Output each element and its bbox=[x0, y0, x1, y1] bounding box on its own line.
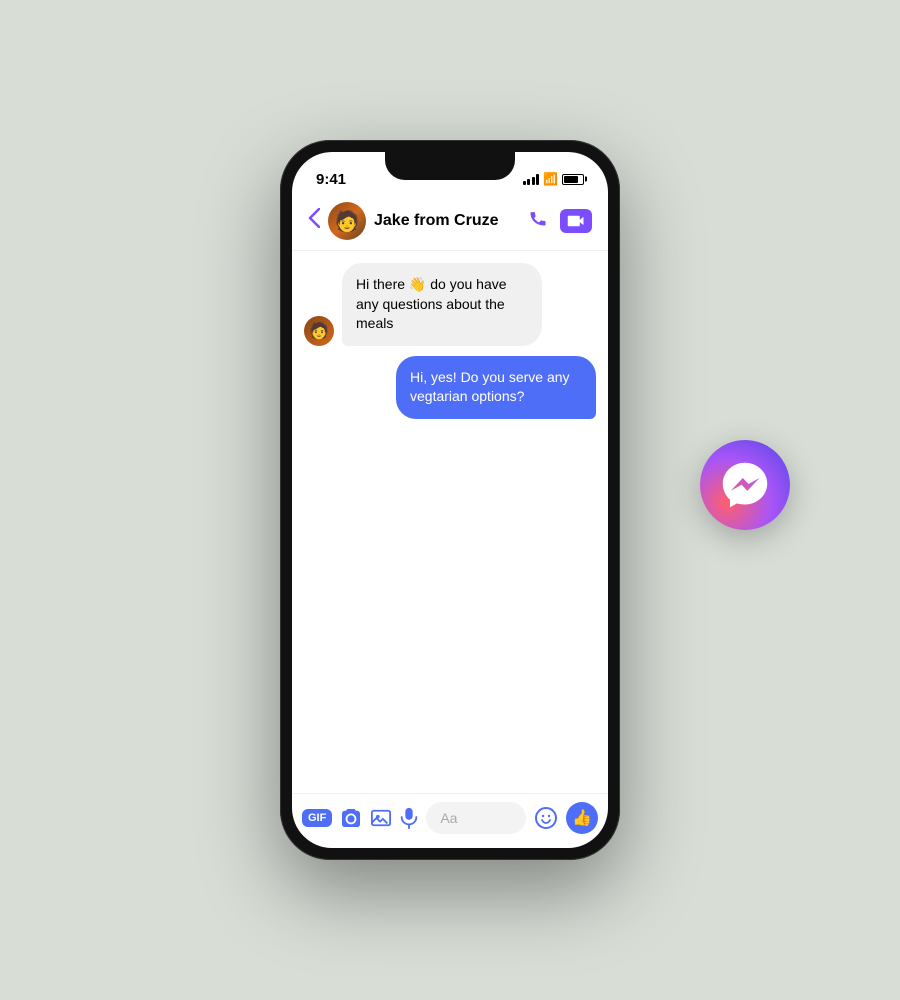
received-bubble: Hi there 👋 do you have any questions abo… bbox=[342, 263, 542, 346]
gif-label: GIF bbox=[308, 812, 326, 824]
photo-button[interactable] bbox=[370, 808, 392, 828]
message-row: 🧑 Hi there 👋 do you have any questions a… bbox=[304, 263, 596, 346]
status-time: 9:41 bbox=[316, 171, 346, 188]
chat-header: 🧑 Jake from Cruze bbox=[292, 196, 608, 251]
phone-screen: 9:41 📶 bbox=[292, 152, 608, 848]
contact-avatar: 🧑 bbox=[328, 202, 366, 240]
like-button[interactable]: 👍 bbox=[566, 802, 598, 834]
message-input[interactable]: Aa bbox=[426, 802, 526, 834]
emoji-button[interactable] bbox=[534, 806, 558, 830]
header-actions bbox=[528, 208, 592, 234]
battery-icon bbox=[562, 174, 584, 185]
messages-area: 🧑 Hi there 👋 do you have any questions a… bbox=[292, 251, 608, 793]
video-call-button[interactable] bbox=[560, 209, 592, 233]
mic-button[interactable] bbox=[400, 807, 418, 829]
phone-frame: 9:41 📶 bbox=[280, 140, 620, 860]
sent-message-row: Hi, yes! Do you serve any vegtarian opti… bbox=[304, 356, 596, 419]
status-icons: 📶 bbox=[523, 172, 584, 186]
messenger-logo-icon bbox=[720, 460, 770, 510]
camera-button[interactable] bbox=[340, 809, 362, 827]
gif-button[interactable]: GIF bbox=[302, 809, 332, 827]
battery-fill bbox=[564, 176, 578, 183]
signal-bars-icon bbox=[523, 174, 540, 185]
chat-toolbar: GIF bbox=[292, 793, 608, 848]
contact-name: Jake from Cruze bbox=[374, 212, 528, 230]
sender-avatar: 🧑 bbox=[304, 316, 334, 346]
wifi-icon: 📶 bbox=[543, 172, 558, 186]
messenger-fab[interactable] bbox=[700, 440, 790, 530]
back-button[interactable] bbox=[308, 208, 320, 234]
phone-call-button[interactable] bbox=[528, 208, 548, 234]
sent-message-text: Hi, yes! Do you serve any vegtarian opti… bbox=[410, 369, 570, 405]
received-message-text: Hi there 👋 do you have any questions abo… bbox=[356, 276, 507, 331]
notch bbox=[385, 152, 515, 180]
scene: 9:41 📶 bbox=[0, 0, 900, 1000]
sent-bubble: Hi, yes! Do you serve any vegtarian opti… bbox=[396, 356, 596, 419]
like-icon: 👍 bbox=[572, 808, 592, 828]
input-placeholder: Aa bbox=[440, 810, 457, 826]
